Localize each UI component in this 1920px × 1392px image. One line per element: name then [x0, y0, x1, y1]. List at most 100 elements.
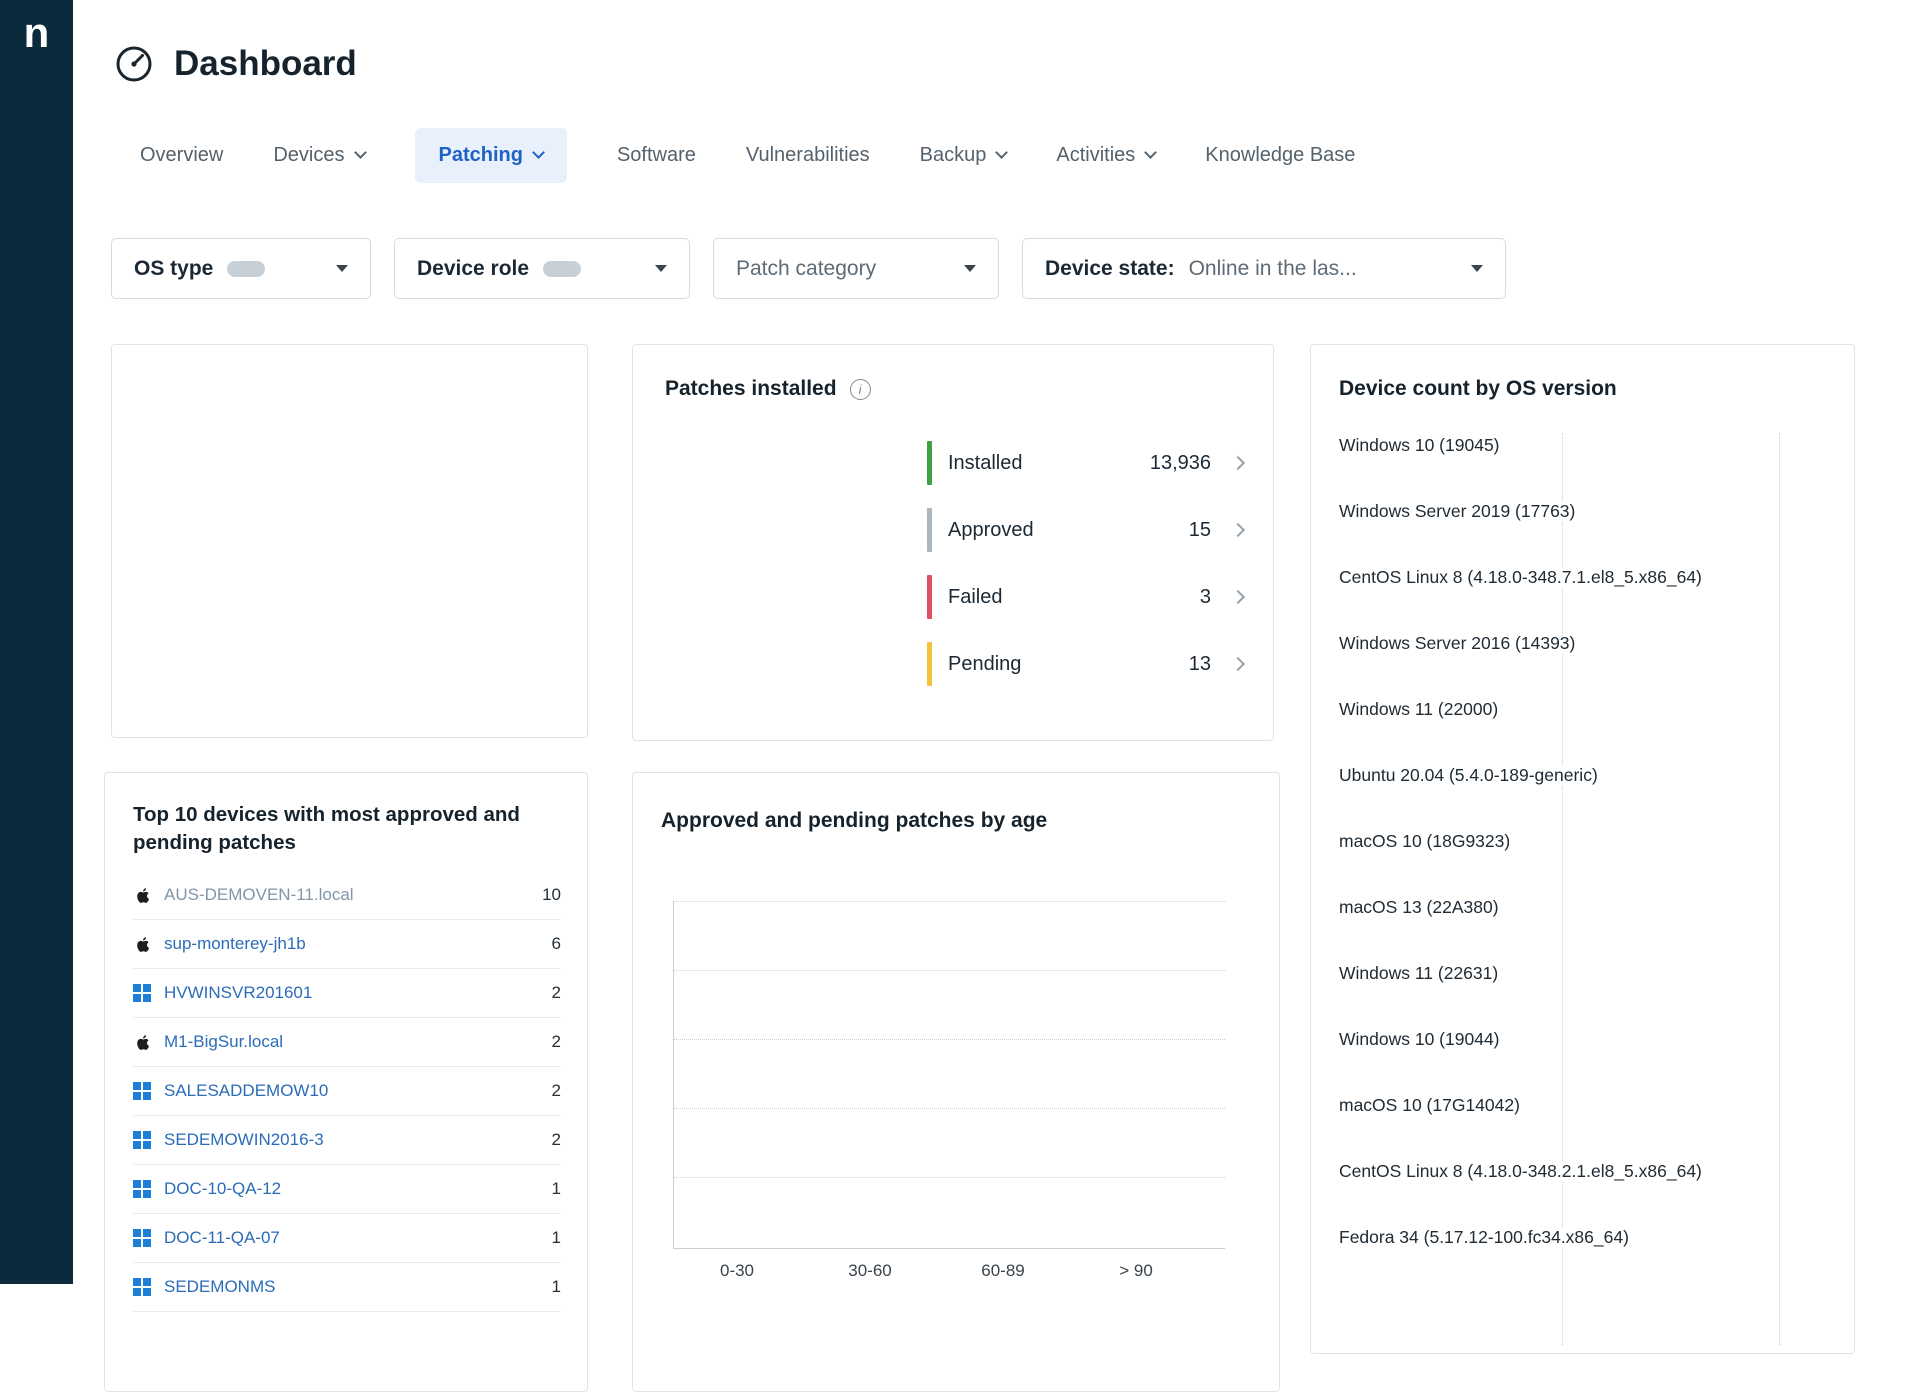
chevron-down-icon [996, 146, 1009, 159]
tab-overview[interactable]: Overview [140, 128, 223, 183]
windows-icon [133, 1131, 151, 1149]
chevron-right-icon [1231, 657, 1245, 671]
apple-icon [133, 886, 151, 904]
device-link[interactable]: DOC-10-QA-12 [164, 1179, 281, 1199]
patch-row-approved[interactable]: Approved 15 [927, 508, 1243, 552]
chart-gridline [674, 901, 1225, 902]
device-patch-count: 6 [552, 934, 561, 954]
os-version-label: CentOS Linux 8 (4.18.0-348.7.1.el8_5.x86… [1339, 567, 1838, 633]
os-version-label: Windows 10 (19044) [1339, 1029, 1838, 1095]
filter-patch-category[interactable]: Patch category [713, 238, 999, 299]
device-link[interactable]: SALESADDEMOW10 [164, 1081, 328, 1101]
os-version-label: macOS 13 (22A380) [1339, 897, 1838, 963]
os-version-label: CentOS Linux 8 (4.18.0-348.2.1.el8_5.x86… [1339, 1161, 1838, 1227]
brand-logo[interactable]: n [0, 12, 73, 54]
tab-label: Knowledge Base [1205, 144, 1355, 167]
patch-status-label: Approved [948, 519, 1034, 542]
x-axis-tick-label: 0-30 [720, 1261, 754, 1281]
os-version-label: Ubuntu 20.04 (5.4.0-189-generic) [1339, 765, 1838, 831]
tab-devices[interactable]: Devices [273, 128, 364, 183]
device-link[interactable]: AUS-DEMOVEN-11.local [164, 885, 354, 905]
count-pill [227, 261, 265, 277]
top-devices-list: AUS-DEMOVEN-11.local 10 sup-monterey-jh1… [133, 871, 561, 1312]
chart-gridline [674, 970, 1225, 971]
x-axis-tick-label: 30-60 [848, 1261, 891, 1281]
card-title: Top 10 devices with most approved and pe… [133, 801, 533, 857]
chevron-right-icon [1231, 590, 1245, 604]
device-patch-count: 1 [552, 1179, 561, 1199]
status-color-bar [927, 642, 932, 686]
top-devices-card: Top 10 devices with most approved and pe… [104, 772, 588, 1392]
tab-software[interactable]: Software [617, 128, 696, 183]
tab-label: Activities [1056, 144, 1135, 167]
filter-os-type[interactable]: OS type [111, 238, 371, 299]
patch-row-installed[interactable]: Installed 13,936 [927, 441, 1243, 485]
count-pill [543, 261, 581, 277]
os-version-label: Windows 11 (22631) [1339, 963, 1838, 1029]
patch-status-count: 13,936 [1150, 452, 1211, 475]
device-link[interactable]: SEDEMOWIN2016-3 [164, 1130, 324, 1150]
chart-gridline [674, 1039, 1225, 1040]
sidebar: n [0, 0, 73, 1284]
tab-activities[interactable]: Activities [1056, 128, 1155, 183]
patch-row-failed[interactable]: Failed 3 [927, 575, 1243, 619]
caret-down-icon [336, 265, 348, 272]
os-version-list: Windows 10 (19045) Windows Server 2019 (… [1339, 435, 1838, 1293]
filter-bar: OS type Device role Patch category Devic… [111, 238, 1506, 299]
device-link[interactable]: SEDEMONMS [164, 1277, 275, 1297]
caret-down-icon [1471, 265, 1483, 272]
windows-icon [133, 1278, 151, 1296]
dashboard-gauge-icon [114, 44, 154, 84]
device-link[interactable]: sup-monterey-jh1b [164, 934, 306, 954]
caret-down-icon [964, 265, 976, 272]
patch-status-count: 3 [1200, 586, 1211, 609]
status-color-bar [927, 575, 932, 619]
filter-label: Device role [417, 257, 529, 281]
device-row: HVWINSVR201601 2 [133, 969, 561, 1018]
filter-value: Online in the las... [1189, 257, 1357, 281]
filter-label: Patch category [736, 257, 876, 281]
tab-patching[interactable]: Patching [415, 128, 567, 183]
windows-icon [133, 1180, 151, 1198]
device-count-by-os-card: Device count by OS version Windows 10 (1… [1310, 344, 1855, 1354]
age-chart-x-axis: 0-30 30-60 60-89 > 90 [673, 1261, 1225, 1285]
os-version-label: Windows Server 2016 (14393) [1339, 633, 1838, 699]
device-link[interactable]: DOC-11-QA-07 [164, 1228, 280, 1248]
os-version-label: Windows 10 (19045) [1339, 435, 1838, 501]
device-patch-count: 1 [552, 1277, 561, 1297]
windows-icon [133, 1082, 151, 1100]
card-title: Patches installed [665, 377, 837, 401]
tab-label: Vulnerabilities [746, 144, 870, 167]
filter-label: OS type [134, 257, 213, 281]
patch-status-label: Failed [948, 586, 1002, 609]
tab-label: Backup [920, 144, 987, 167]
filter-label: Device state: [1045, 257, 1175, 281]
device-patch-count: 2 [552, 1081, 561, 1101]
chevron-right-icon [1231, 523, 1245, 537]
tab-backup[interactable]: Backup [920, 128, 1007, 183]
os-version-label: Fedora 34 (5.17.12-100.fc34.x86_64) [1339, 1227, 1838, 1293]
device-link[interactable]: HVWINSVR201601 [164, 983, 312, 1003]
device-link[interactable]: M1-BigSur.local [164, 1032, 283, 1052]
tab-label: Devices [273, 144, 344, 167]
info-icon[interactable]: i [850, 379, 871, 400]
tab-label: Overview [140, 144, 223, 167]
apple-icon [133, 935, 151, 953]
page-title: Dashboard [174, 44, 357, 84]
filter-device-role[interactable]: Device role [394, 238, 690, 299]
patch-row-pending[interactable]: Pending 13 [927, 642, 1243, 686]
device-patch-count: 10 [542, 885, 561, 905]
patch-status-label: Pending [948, 653, 1021, 676]
x-axis-tick-label: 60-89 [981, 1261, 1024, 1281]
patch-status-count: 13 [1189, 653, 1211, 676]
empty-widget-card [111, 344, 588, 738]
device-patch-count: 2 [552, 1130, 561, 1150]
device-row: sup-monterey-jh1b 6 [133, 920, 561, 969]
tab-knowledge-base[interactable]: Knowledge Base [1205, 128, 1355, 183]
chevron-down-icon [1144, 146, 1157, 159]
tab-vulnerabilities[interactable]: Vulnerabilities [746, 128, 870, 183]
filter-device-state[interactable]: Device state: Online in the las... [1022, 238, 1506, 299]
patches-by-age-card: Approved and pending patches by age 0-30… [632, 772, 1280, 1392]
os-version-label: macOS 10 (18G9323) [1339, 831, 1838, 897]
status-color-bar [927, 441, 932, 485]
